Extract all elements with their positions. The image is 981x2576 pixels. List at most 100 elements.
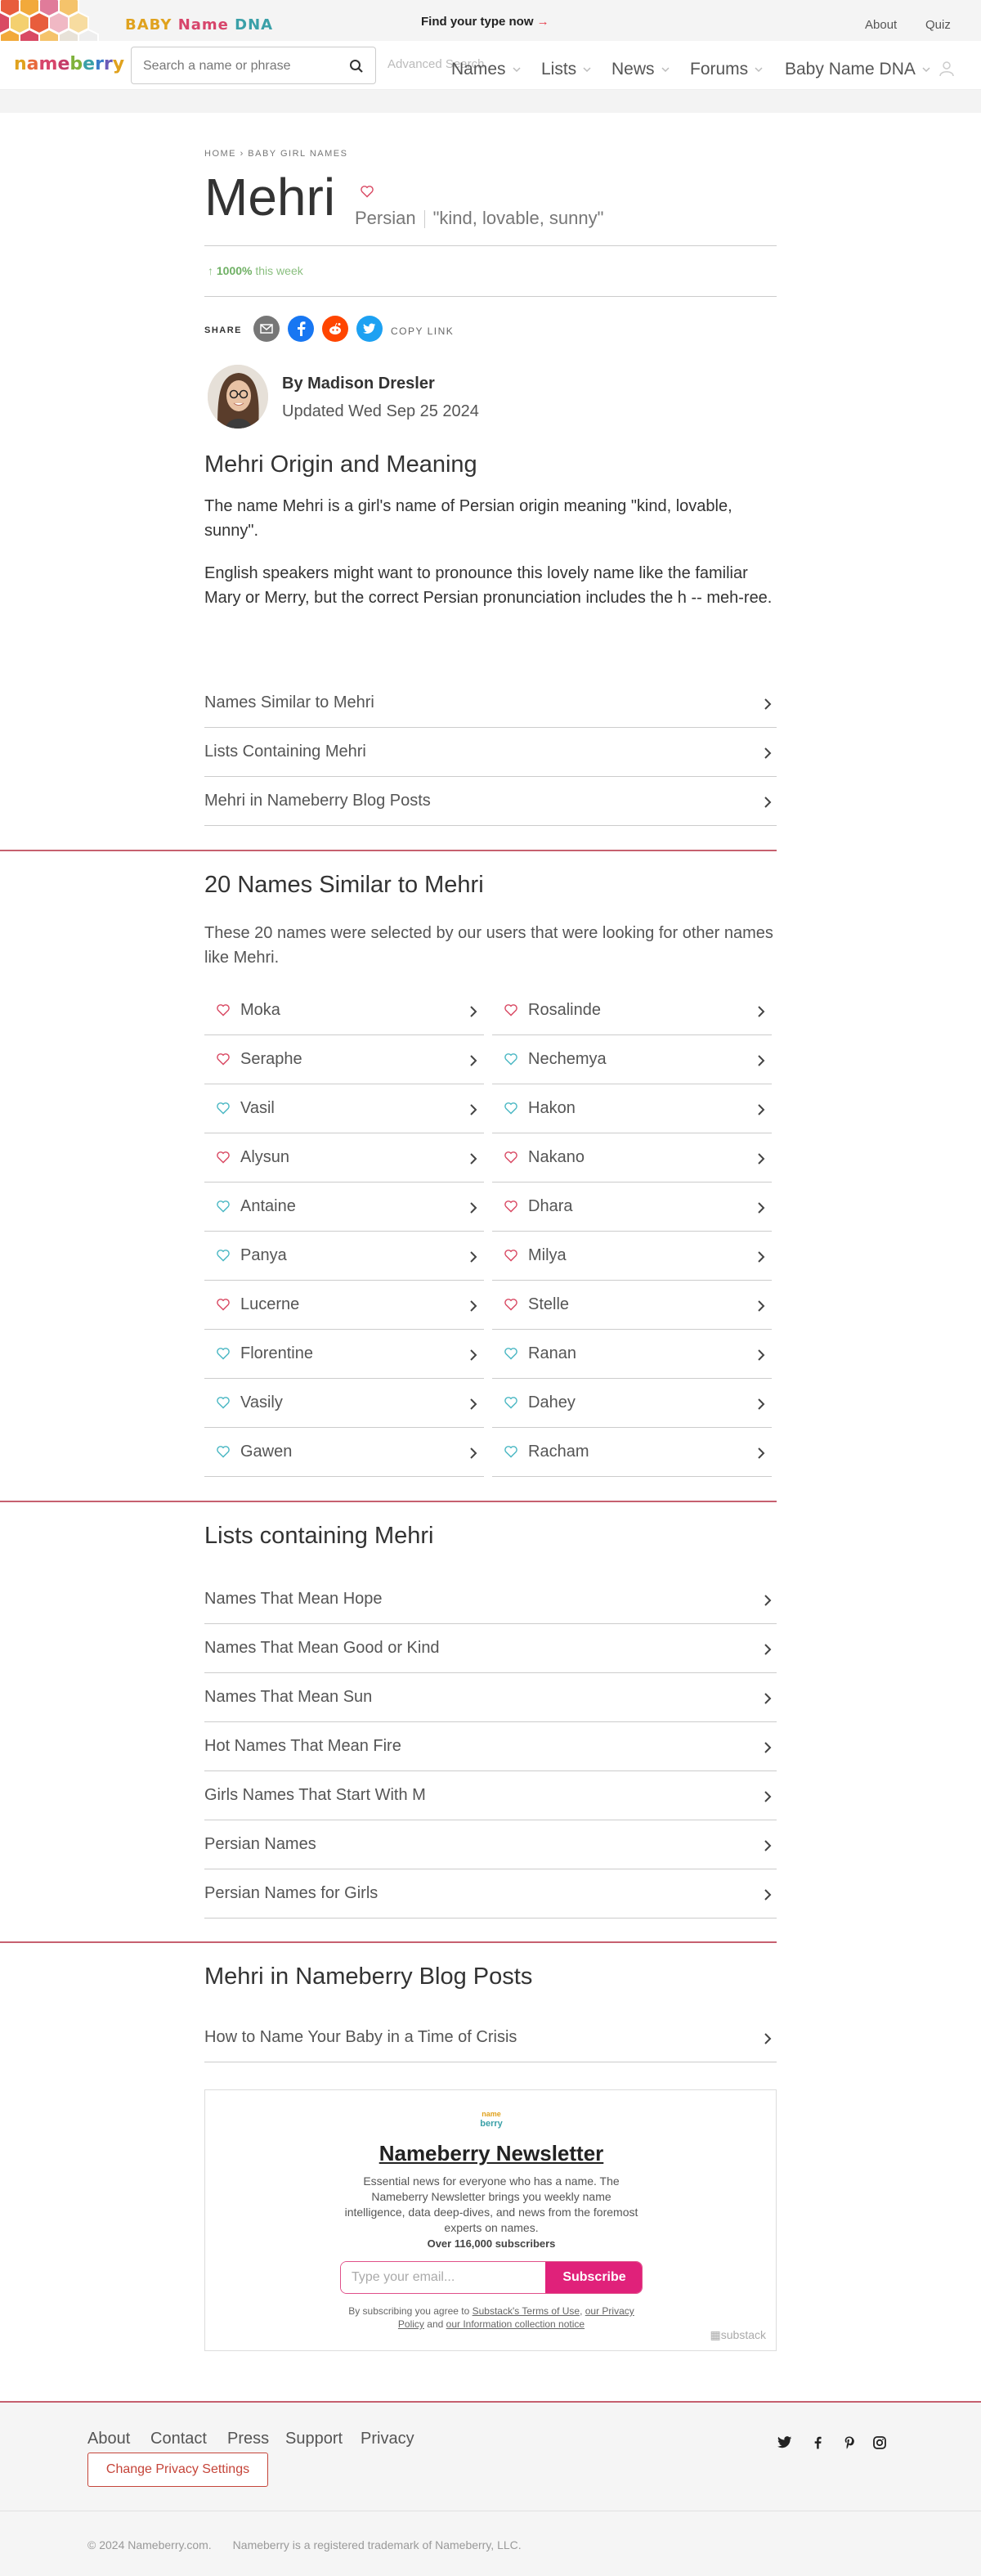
twitter-share-icon[interactable] [356, 316, 383, 342]
similar-name-row[interactable]: Stelle [492, 1281, 772, 1330]
list-row[interactable]: Names That Mean Sun [204, 1673, 777, 1722]
boy-heart-icon[interactable] [216, 1445, 231, 1458]
name-origin[interactable]: Persian [355, 208, 416, 228]
similar-name-row[interactable]: Alysun [204, 1133, 484, 1183]
nav-baby-name-dna[interactable]: Baby Name DNA [785, 60, 930, 79]
substack-badge[interactable]: ▦substack [710, 2328, 766, 2342]
baby-name-dna-logo[interactable]: BABY Name DNA [125, 16, 273, 34]
newsletter-email-input[interactable] [341, 2262, 545, 2293]
nav-names[interactable]: Names [451, 60, 521, 79]
girl-heart-icon[interactable] [216, 1298, 231, 1311]
blog-post-row[interactable]: How to Name Your Baby in a Time of Crisi… [204, 2013, 777, 2062]
boy-heart-icon[interactable] [216, 1102, 231, 1115]
boy-heart-icon[interactable] [216, 1200, 231, 1213]
girl-heart-icon[interactable] [504, 1298, 518, 1311]
top-about-link[interactable]: About [865, 18, 897, 32]
quick-link-lists[interactable]: Lists Containing Mehri [204, 728, 777, 777]
boy-heart-icon[interactable] [504, 1445, 518, 1458]
origin-heading: Mehri Origin and Meaning [204, 451, 477, 478]
boy-heart-icon[interactable] [216, 1396, 231, 1409]
information-notice-link[interactable]: our Information collection notice [446, 2318, 585, 2330]
name-origin-meaning: Persian "kind, lovable, sunny" [355, 208, 603, 229]
reddit-share-icon[interactable] [322, 316, 348, 342]
chevron-right-icon [470, 1202, 477, 1214]
substack-terms-link[interactable]: Substack's Terms of Use [473, 2305, 580, 2317]
list-row[interactable]: Names That Mean Hope [204, 1575, 777, 1624]
similar-name: Dahey [528, 1393, 576, 1411]
similar-name-row[interactable]: Racham [492, 1428, 772, 1477]
promo-cta-link[interactable]: Find your type now → [421, 15, 549, 29]
nav-news[interactable]: News [611, 60, 670, 79]
boy-heart-icon[interactable] [216, 1347, 231, 1360]
copy-link-button[interactable]: COPY LINK [391, 325, 454, 337]
top-quiz-link[interactable]: Quiz [925, 18, 951, 32]
chevron-right-icon [764, 1693, 772, 1704]
footer-press-link[interactable]: Press [227, 2430, 269, 2448]
girl-heart-icon[interactable] [504, 1200, 518, 1213]
similar-name-row[interactable]: Vasily [204, 1379, 484, 1428]
newsletter-form: Subscribe [340, 2261, 643, 2294]
search-icon[interactable] [349, 59, 364, 74]
user-icon[interactable] [938, 61, 955, 77]
nav-lists[interactable]: Lists [541, 60, 591, 79]
similar-name-row[interactable]: Dhara [492, 1183, 772, 1232]
change-privacy-settings-button[interactable]: Change Privacy Settings [87, 2453, 268, 2487]
instagram-icon[interactable] [873, 2436, 886, 2449]
girl-heart-icon[interactable] [504, 1003, 518, 1016]
list-row[interactable]: Persian Names for Girls [204, 1869, 777, 1919]
author-avatar[interactable] [208, 365, 268, 429]
similar-name-row[interactable]: Vasil [204, 1084, 484, 1133]
chevron-right-icon [764, 747, 772, 759]
similar-name-row[interactable]: Hakon [492, 1084, 772, 1133]
nav-forums[interactable]: Forums [690, 60, 763, 79]
boy-heart-icon[interactable] [504, 1102, 518, 1115]
subscribe-button[interactable]: Subscribe [545, 2262, 642, 2293]
list-row[interactable]: Girls Names That Start With M [204, 1771, 777, 1820]
footer-support-link[interactable]: Support [285, 2430, 343, 2448]
similar-name: Milya [528, 1246, 567, 1264]
girl-heart-icon[interactable] [216, 1151, 231, 1164]
twitter-icon[interactable] [777, 2436, 792, 2448]
similar-name-row[interactable]: Nakano [492, 1133, 772, 1183]
list-row[interactable]: Names That Mean Good or Kind [204, 1624, 777, 1673]
similar-name-row[interactable]: Gawen [204, 1428, 484, 1477]
favorite-heart-icon[interactable] [360, 185, 374, 198]
footer-about-link[interactable]: About [87, 2430, 130, 2448]
girl-heart-icon[interactable] [216, 1003, 231, 1016]
boy-heart-icon[interactable] [504, 1052, 518, 1066]
similar-name-row[interactable]: Ranan [492, 1330, 772, 1379]
similar-name-row[interactable]: Lucerne [204, 1281, 484, 1330]
facebook-icon[interactable] [813, 2436, 822, 2449]
quick-link-similar[interactable]: Names Similar to Mehri [204, 679, 777, 728]
nameberry-logo[interactable]: nameberry [14, 54, 124, 74]
email-share-icon[interactable] [253, 316, 280, 342]
pinterest-icon[interactable] [844, 2436, 855, 2449]
list-row[interactable]: Persian Names [204, 1820, 777, 1869]
similar-name-row[interactable]: Panya [204, 1232, 484, 1281]
chevron-right-icon [764, 1840, 772, 1851]
girl-heart-icon[interactable] [504, 1151, 518, 1164]
list-row[interactable]: Hot Names That Mean Fire [204, 1722, 777, 1771]
similar-name-row[interactable]: Florentine [204, 1330, 484, 1379]
breadcrumb-current[interactable]: BABY GIRL NAMES [248, 149, 347, 159]
footer-contact-link[interactable]: Contact [150, 2430, 207, 2448]
facebook-share-icon[interactable] [288, 316, 314, 342]
newsletter-title[interactable]: Nameberry Newsletter [205, 2141, 777, 2166]
quick-link-blog[interactable]: Mehri in Nameberry Blog Posts [204, 777, 777, 826]
search-input[interactable] [143, 57, 339, 75]
author-name[interactable]: By Madison Dresler [282, 375, 435, 393]
boy-heart-icon[interactable] [504, 1347, 518, 1360]
similar-name-row[interactable]: Antaine [204, 1183, 484, 1232]
boy-heart-icon[interactable] [216, 1249, 231, 1262]
similar-name-row[interactable]: Rosalinde [492, 986, 772, 1035]
breadcrumb-home[interactable]: HOME [204, 149, 236, 159]
boy-heart-icon[interactable] [504, 1396, 518, 1409]
girl-heart-icon[interactable] [216, 1052, 231, 1066]
similar-name-row[interactable]: Moka [204, 986, 484, 1035]
footer-privacy-link[interactable]: Privacy [361, 2430, 414, 2448]
similar-name-row[interactable]: Seraphe [204, 1035, 484, 1084]
girl-heart-icon[interactable] [504, 1249, 518, 1262]
similar-name-row[interactable]: Dahey [492, 1379, 772, 1428]
similar-name-row[interactable]: Nechemya [492, 1035, 772, 1084]
similar-name-row[interactable]: Milya [492, 1232, 772, 1281]
